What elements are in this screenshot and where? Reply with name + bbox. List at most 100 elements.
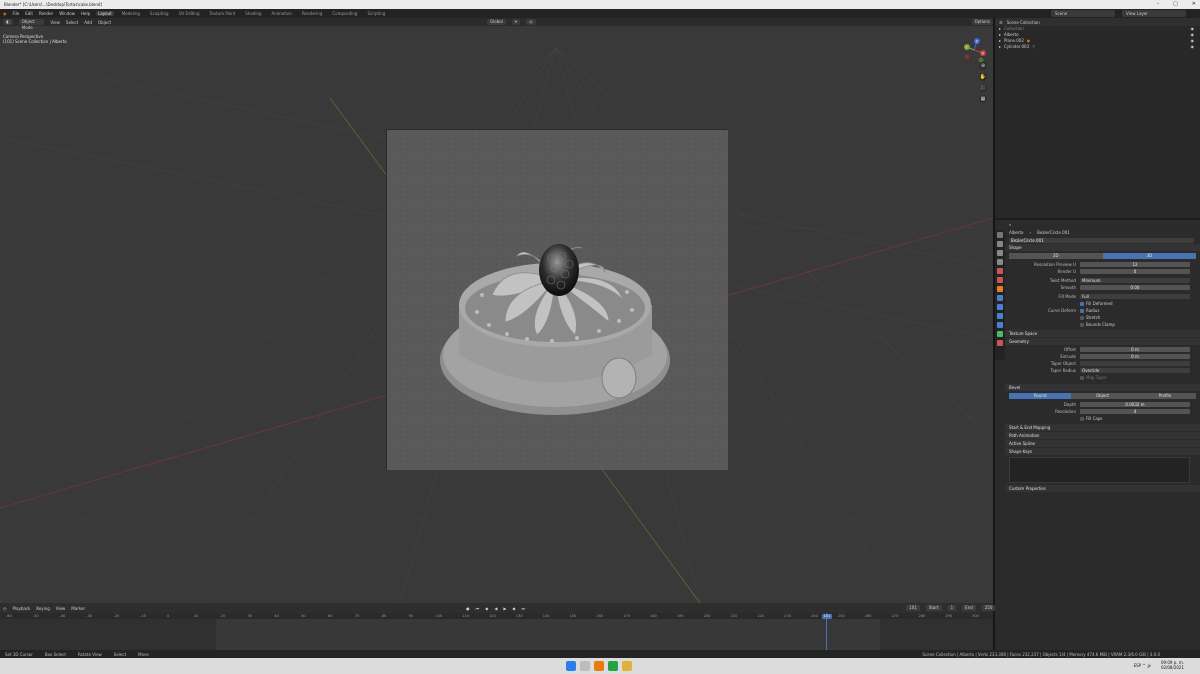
search-icon[interactable] bbox=[580, 661, 590, 671]
menu-keying[interactable]: Keying bbox=[36, 606, 49, 611]
workspace-tab-sculpting[interactable]: Sculpting bbox=[148, 11, 171, 16]
section-start-end[interactable]: Start & End Mapping bbox=[1005, 424, 1200, 431]
snap-icon[interactable]: ⌖ bbox=[511, 19, 521, 25]
fill-caps-checkbox[interactable]: Fill Caps bbox=[1080, 416, 1102, 421]
editor-type-icon[interactable]: ◷ bbox=[3, 606, 7, 611]
extrude-field[interactable]: 0 m bbox=[1080, 353, 1190, 359]
modifier-tab-icon[interactable] bbox=[997, 295, 1003, 301]
options-dropdown[interactable]: Options bbox=[971, 19, 993, 25]
playhead-frame-label[interactable]: 101 bbox=[822, 614, 832, 619]
depth-field[interactable]: 0.0032 m bbox=[1080, 401, 1190, 407]
record-icon[interactable]: ● bbox=[466, 606, 470, 611]
datablock-selector[interactable]: BezierCircle.001 bbox=[1009, 237, 1194, 243]
bevel-object-button[interactable]: Object bbox=[1071, 393, 1134, 399]
menu-object[interactable]: Object bbox=[98, 20, 111, 25]
prev-key-icon[interactable]: ◆ bbox=[485, 606, 488, 611]
pan-icon[interactable]: ✋ bbox=[979, 73, 987, 81]
workspace-tab-compositing[interactable]: Compositing bbox=[330, 11, 359, 16]
bevel-profile-button[interactable]: Profile bbox=[1133, 393, 1196, 399]
menu-file[interactable]: File bbox=[13, 11, 20, 16]
menu-marker[interactable]: Marker bbox=[71, 606, 85, 611]
object-mode-dropdown[interactable]: Object Mode bbox=[18, 19, 45, 30]
radius-checkbox[interactable]: Radius bbox=[1080, 308, 1099, 313]
stretch-checkbox[interactable]: Stretch bbox=[1080, 315, 1100, 320]
blender-app-icon[interactable] bbox=[594, 661, 604, 671]
editor-type-icon[interactable]: ◧ bbox=[3, 19, 13, 25]
smooth-field[interactable]: 0.00 bbox=[1080, 284, 1190, 290]
outliner-row-cylinder[interactable]: ▸ Cylinder.003 ▽ ◉ bbox=[995, 44, 1200, 50]
section-geometry[interactable]: Geometry bbox=[1005, 338, 1200, 345]
physics-tab-icon[interactable] bbox=[997, 313, 1003, 319]
fill-deformed-checkbox[interactable]: Fill Deformed bbox=[1080, 301, 1112, 306]
outliner-icon[interactable]: ☰ bbox=[999, 20, 1003, 25]
section-bevel[interactable]: Bevel bbox=[1005, 384, 1200, 391]
workspace-tab-modeling[interactable]: Modeling bbox=[120, 11, 142, 16]
3d-viewport[interactable]: ◧ Object Mode View Select Add Object Glo… bbox=[0, 18, 993, 603]
end-frame-field[interactable]: 250 bbox=[981, 605, 996, 611]
menu-help[interactable]: Help bbox=[81, 11, 90, 16]
taper-object-field[interactable] bbox=[1080, 360, 1190, 366]
file-explorer-icon[interactable] bbox=[622, 661, 632, 671]
play-icon[interactable]: ▶ bbox=[503, 606, 506, 611]
menu-add[interactable]: Add bbox=[84, 20, 92, 25]
section-active-spline[interactable]: Active Spline bbox=[1005, 440, 1200, 447]
workspace-tab-rendering[interactable]: Rendering bbox=[300, 11, 324, 16]
bevel-round-button[interactable]: Round bbox=[1009, 393, 1072, 399]
current-frame-field[interactable]: 101 bbox=[906, 605, 920, 611]
dim-3d-button[interactable]: 3D bbox=[1102, 253, 1196, 259]
object-tab-icon[interactable] bbox=[997, 286, 1003, 292]
expand-icon[interactable]: ▸ bbox=[999, 44, 1001, 50]
resolution-preview-field[interactable]: 12 bbox=[1080, 261, 1190, 267]
output-tab-icon[interactable] bbox=[997, 250, 1003, 256]
taper-radius-dropdown[interactable]: Override bbox=[1080, 367, 1190, 373]
minimize-button[interactable]: – bbox=[1157, 0, 1160, 9]
render-tab-icon[interactable] bbox=[997, 241, 1003, 247]
workspace-tab-texture-paint[interactable]: Texture Paint bbox=[207, 11, 237, 16]
menu-select[interactable]: Select bbox=[66, 20, 78, 25]
resolution-field[interactable]: 4 bbox=[1080, 408, 1190, 414]
whatsapp-app-icon[interactable] bbox=[608, 661, 618, 671]
play-reverse-icon[interactable]: ◀ bbox=[494, 606, 497, 611]
system-clock[interactable]: 09:09 p. m. 02/08/2021 bbox=[1161, 660, 1184, 670]
blender-logo-icon[interactable]: ◉ bbox=[3, 11, 7, 16]
menu-edit[interactable]: Edit bbox=[25, 11, 33, 16]
map-taper-checkbox[interactable]: Map Taper bbox=[1080, 375, 1107, 380]
workspace-tab-uv-editing[interactable]: UV Editing bbox=[177, 11, 202, 16]
fill-mode-dropdown[interactable]: Full bbox=[1080, 293, 1190, 299]
bounds-clamp-checkbox[interactable]: Bounds Clamp bbox=[1080, 322, 1115, 327]
tool-tab-icon[interactable] bbox=[997, 232, 1003, 238]
navigation-gizmo[interactable]: X Z Y bbox=[961, 37, 987, 63]
material-tab-icon[interactable] bbox=[997, 340, 1003, 346]
ortho-toggle-icon[interactable]: ▦ bbox=[979, 95, 987, 103]
menu-view[interactable]: View bbox=[50, 20, 60, 25]
constraints-tab-icon[interactable] bbox=[997, 322, 1003, 328]
cake-model[interactable] bbox=[387, 130, 728, 470]
section-path-animation[interactable]: Path Animation bbox=[1005, 432, 1200, 439]
transform-orientation-dropdown[interactable]: Global bbox=[487, 19, 506, 25]
view-layer-tab-icon[interactable] bbox=[997, 259, 1003, 265]
camera-view-icon[interactable]: 🎥 bbox=[979, 84, 987, 92]
search-icon[interactable]: ⌕ bbox=[1009, 222, 1011, 227]
menu-render[interactable]: Render bbox=[39, 11, 53, 16]
twist-method-dropdown[interactable]: Minimum bbox=[1080, 277, 1190, 283]
scene-selector[interactable]: Scene bbox=[1051, 10, 1115, 17]
zoom-icon[interactable]: ⊕ bbox=[979, 62, 987, 70]
close-button[interactable]: ✕ bbox=[1192, 0, 1196, 9]
particles-tab-icon[interactable] bbox=[997, 304, 1003, 310]
start-frame-field[interactable]: 1 bbox=[947, 605, 957, 611]
view-layer-selector[interactable]: View Layer bbox=[1122, 10, 1186, 17]
section-custom-properties[interactable]: Custom Properties bbox=[1005, 485, 1200, 492]
workspace-tab-shading[interactable]: Shading bbox=[243, 11, 263, 16]
next-key-icon[interactable]: ◆ bbox=[512, 606, 515, 611]
workspace-tab-layout[interactable]: Layout bbox=[96, 11, 114, 16]
system-tray[interactable]: ESP ^ 🔊 bbox=[1134, 663, 1152, 668]
shape-keys-list[interactable] bbox=[1009, 457, 1190, 483]
menu-window[interactable]: Window bbox=[59, 11, 75, 16]
workspace-tab-scripting[interactable]: Scripting bbox=[365, 11, 387, 16]
scene-tab-icon[interactable] bbox=[997, 268, 1003, 274]
jump-start-icon[interactable]: ⏮ bbox=[476, 606, 480, 611]
world-tab-icon[interactable] bbox=[997, 277, 1003, 283]
offset-field[interactable]: 0 m bbox=[1080, 346, 1190, 352]
curve-data-tab-icon[interactable] bbox=[997, 331, 1003, 337]
dim-2d-button[interactable]: 2D bbox=[1009, 253, 1103, 259]
